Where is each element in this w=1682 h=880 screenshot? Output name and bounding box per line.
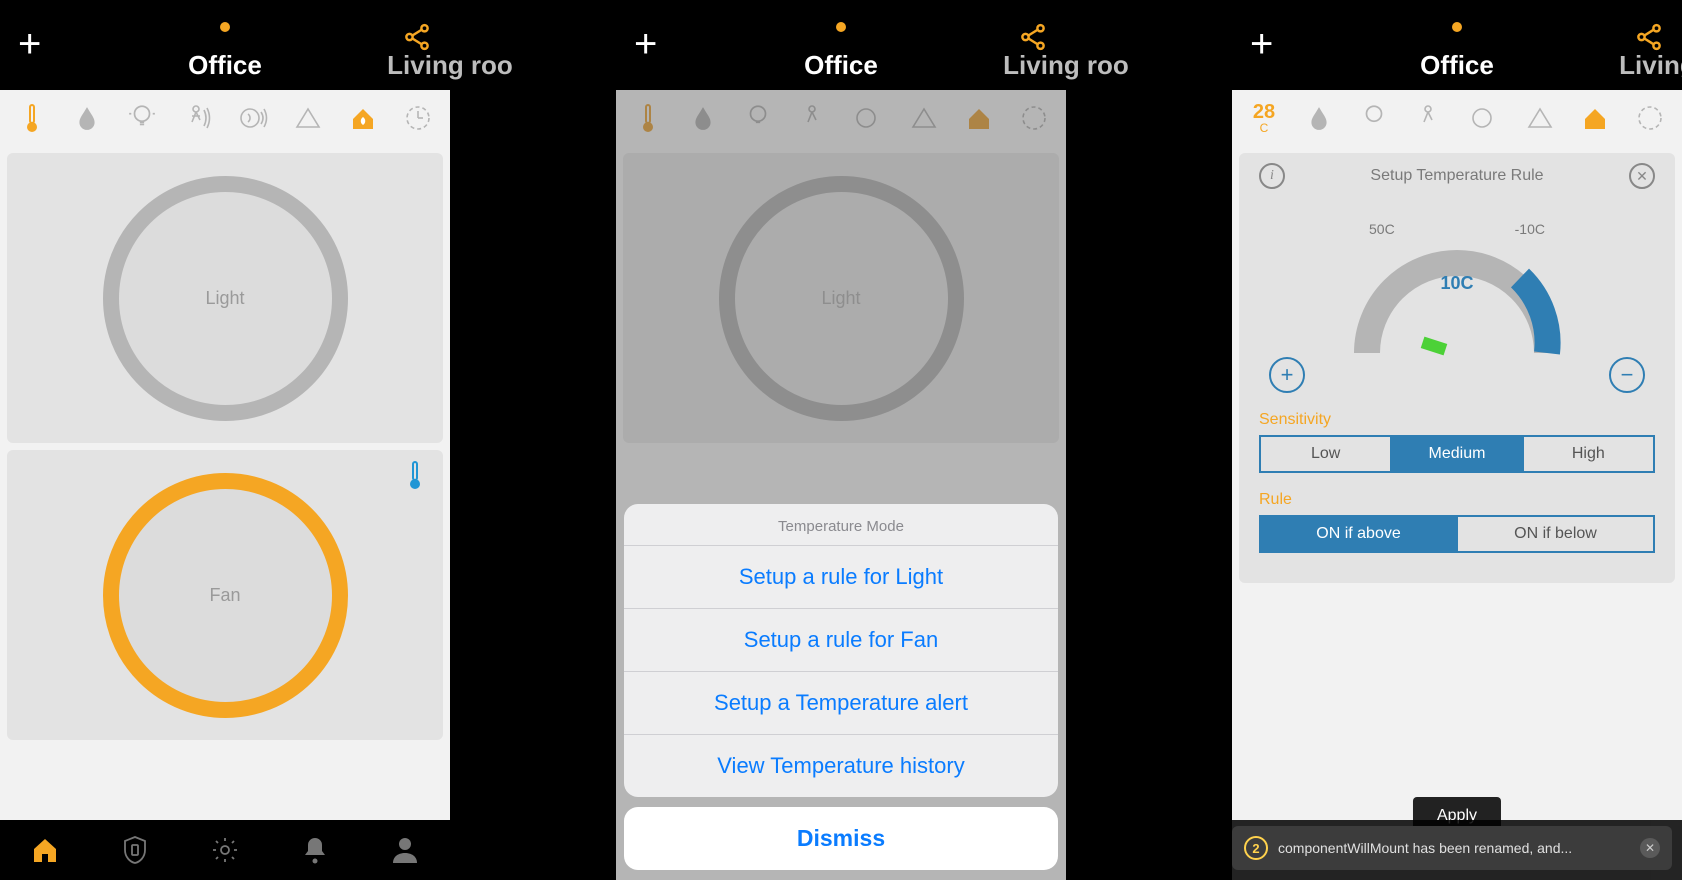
gauge-min-label: -10C: [1515, 221, 1545, 237]
action-sheet: Temperature Mode Setup a rule for Light …: [624, 504, 1058, 870]
sensitivity-high[interactable]: High: [1522, 437, 1653, 471]
droplet-icon: [685, 100, 721, 136]
room-tab-living[interactable]: Living roo: [360, 50, 540, 81]
rule-on-above[interactable]: ON if above: [1261, 517, 1456, 551]
motion-icon[interactable]: [1411, 100, 1447, 136]
content-area: 28C i Setup Temperature Rule ✕ 50C -10C …: [1232, 90, 1682, 880]
bulb-icon[interactable]: [1356, 100, 1392, 136]
action-sheet-item[interactable]: Setup a rule for Light: [624, 545, 1058, 608]
sensitivity-low[interactable]: Low: [1261, 437, 1390, 471]
thermometer-icon[interactable]: [14, 100, 50, 136]
panel-title: Setup Temperature Rule: [1370, 167, 1543, 185]
device-ring[interactable]: Light: [103, 176, 348, 421]
noise-icon[interactable]: [1467, 100, 1503, 136]
toast-message: componentWillMount has been renamed, and…: [1278, 840, 1630, 856]
toast-count-badge: 2: [1244, 836, 1268, 860]
motion-icon: [795, 100, 831, 136]
co2-icon[interactable]: [290, 100, 326, 136]
warning-toast[interactable]: 2 componentWillMount has been renamed, a…: [1232, 826, 1672, 870]
rule-segmented: ON if above ON if below: [1259, 515, 1655, 553]
screenshot-1: + Office Living roo Light: [0, 0, 450, 880]
home-icon[interactable]: [28, 833, 62, 867]
action-sheet-title: Temperature Mode: [624, 504, 1058, 545]
device-card-light[interactable]: Light: [7, 153, 443, 443]
close-icon[interactable]: ✕: [1629, 163, 1655, 189]
screenshot-3: + Office Living roo 28C i Setup Temperat…: [1232, 0, 1682, 880]
info-icon[interactable]: i: [1259, 163, 1285, 189]
device-card-fan[interactable]: Fan: [7, 450, 443, 740]
close-icon[interactable]: ✕: [1640, 838, 1660, 858]
action-sheet-dismiss[interactable]: Dismiss: [624, 807, 1058, 870]
droplet-icon[interactable]: [1301, 100, 1337, 136]
content-area: Light Fan: [0, 90, 450, 880]
eco-icon[interactable]: [345, 100, 381, 136]
rule-label: Rule: [1259, 491, 1655, 509]
motion-icon[interactable]: [179, 100, 215, 136]
user-icon[interactable]: [388, 833, 422, 867]
room-tab-living[interactable]: Living roo: [976, 50, 1156, 81]
setup-panel: i Setup Temperature Rule ✕ 50C -10C 10C …: [1239, 153, 1675, 583]
bottom-tab-bar: [0, 820, 450, 880]
device-card-light: Light: [623, 153, 1059, 443]
header: + Office Living roo: [0, 0, 450, 90]
gauge-max-label: 50C: [1369, 221, 1395, 237]
room-tab-office[interactable]: Office: [804, 50, 878, 81]
device-ring[interactable]: Fan: [103, 473, 348, 718]
screenshot-2: + Office Living roo Light Temperature: [616, 0, 1066, 880]
co2-icon: [906, 100, 942, 136]
timer-icon[interactable]: [400, 100, 436, 136]
device-ring: Light: [719, 176, 964, 421]
action-sheet-item[interactable]: Setup a Temperature alert: [624, 671, 1058, 734]
co2-icon[interactable]: [1522, 100, 1558, 136]
action-sheet-item[interactable]: Setup a rule for Fan: [624, 608, 1058, 671]
sensor-icon-strip: [616, 90, 1066, 146]
sensitivity-medium[interactable]: Medium: [1390, 437, 1521, 471]
sensor-icon-strip: 28C: [1232, 90, 1682, 146]
header: + Office Living roo: [616, 0, 1066, 90]
eco-icon: [961, 100, 997, 136]
bulb-icon: [740, 100, 776, 136]
temperature-value[interactable]: 28C: [1246, 100, 1282, 136]
timer-icon: [1016, 100, 1052, 136]
room-tab-office[interactable]: Office: [188, 50, 262, 81]
eco-icon[interactable]: [1577, 100, 1613, 136]
bulb-icon[interactable]: [124, 100, 160, 136]
gauge[interactable]: 50C -10C 10C: [1259, 193, 1655, 363]
timer-icon[interactable]: [1632, 100, 1668, 136]
gauge-current-value: 10C: [1440, 273, 1473, 294]
rule-on-below[interactable]: ON if below: [1456, 517, 1653, 551]
header: + Office Living roo: [1232, 0, 1682, 90]
thermometer-icon: [407, 460, 423, 495]
sensitivity-segmented: Low Medium High: [1259, 435, 1655, 473]
room-tab-office[interactable]: Office: [1420, 50, 1494, 81]
noise-icon: [851, 100, 887, 136]
room-tab-living[interactable]: Living roo: [1592, 50, 1682, 81]
shield-icon[interactable]: [118, 833, 152, 867]
sensitivity-label: Sensitivity: [1259, 411, 1655, 429]
bell-icon[interactable]: [298, 833, 332, 867]
droplet-icon[interactable]: [69, 100, 105, 136]
thermometer-icon: [630, 100, 666, 136]
sensor-icon-strip: [0, 90, 450, 146]
noise-icon[interactable]: [235, 100, 271, 136]
settings-icon[interactable]: [208, 833, 242, 867]
action-sheet-item[interactable]: View Temperature history: [624, 734, 1058, 797]
